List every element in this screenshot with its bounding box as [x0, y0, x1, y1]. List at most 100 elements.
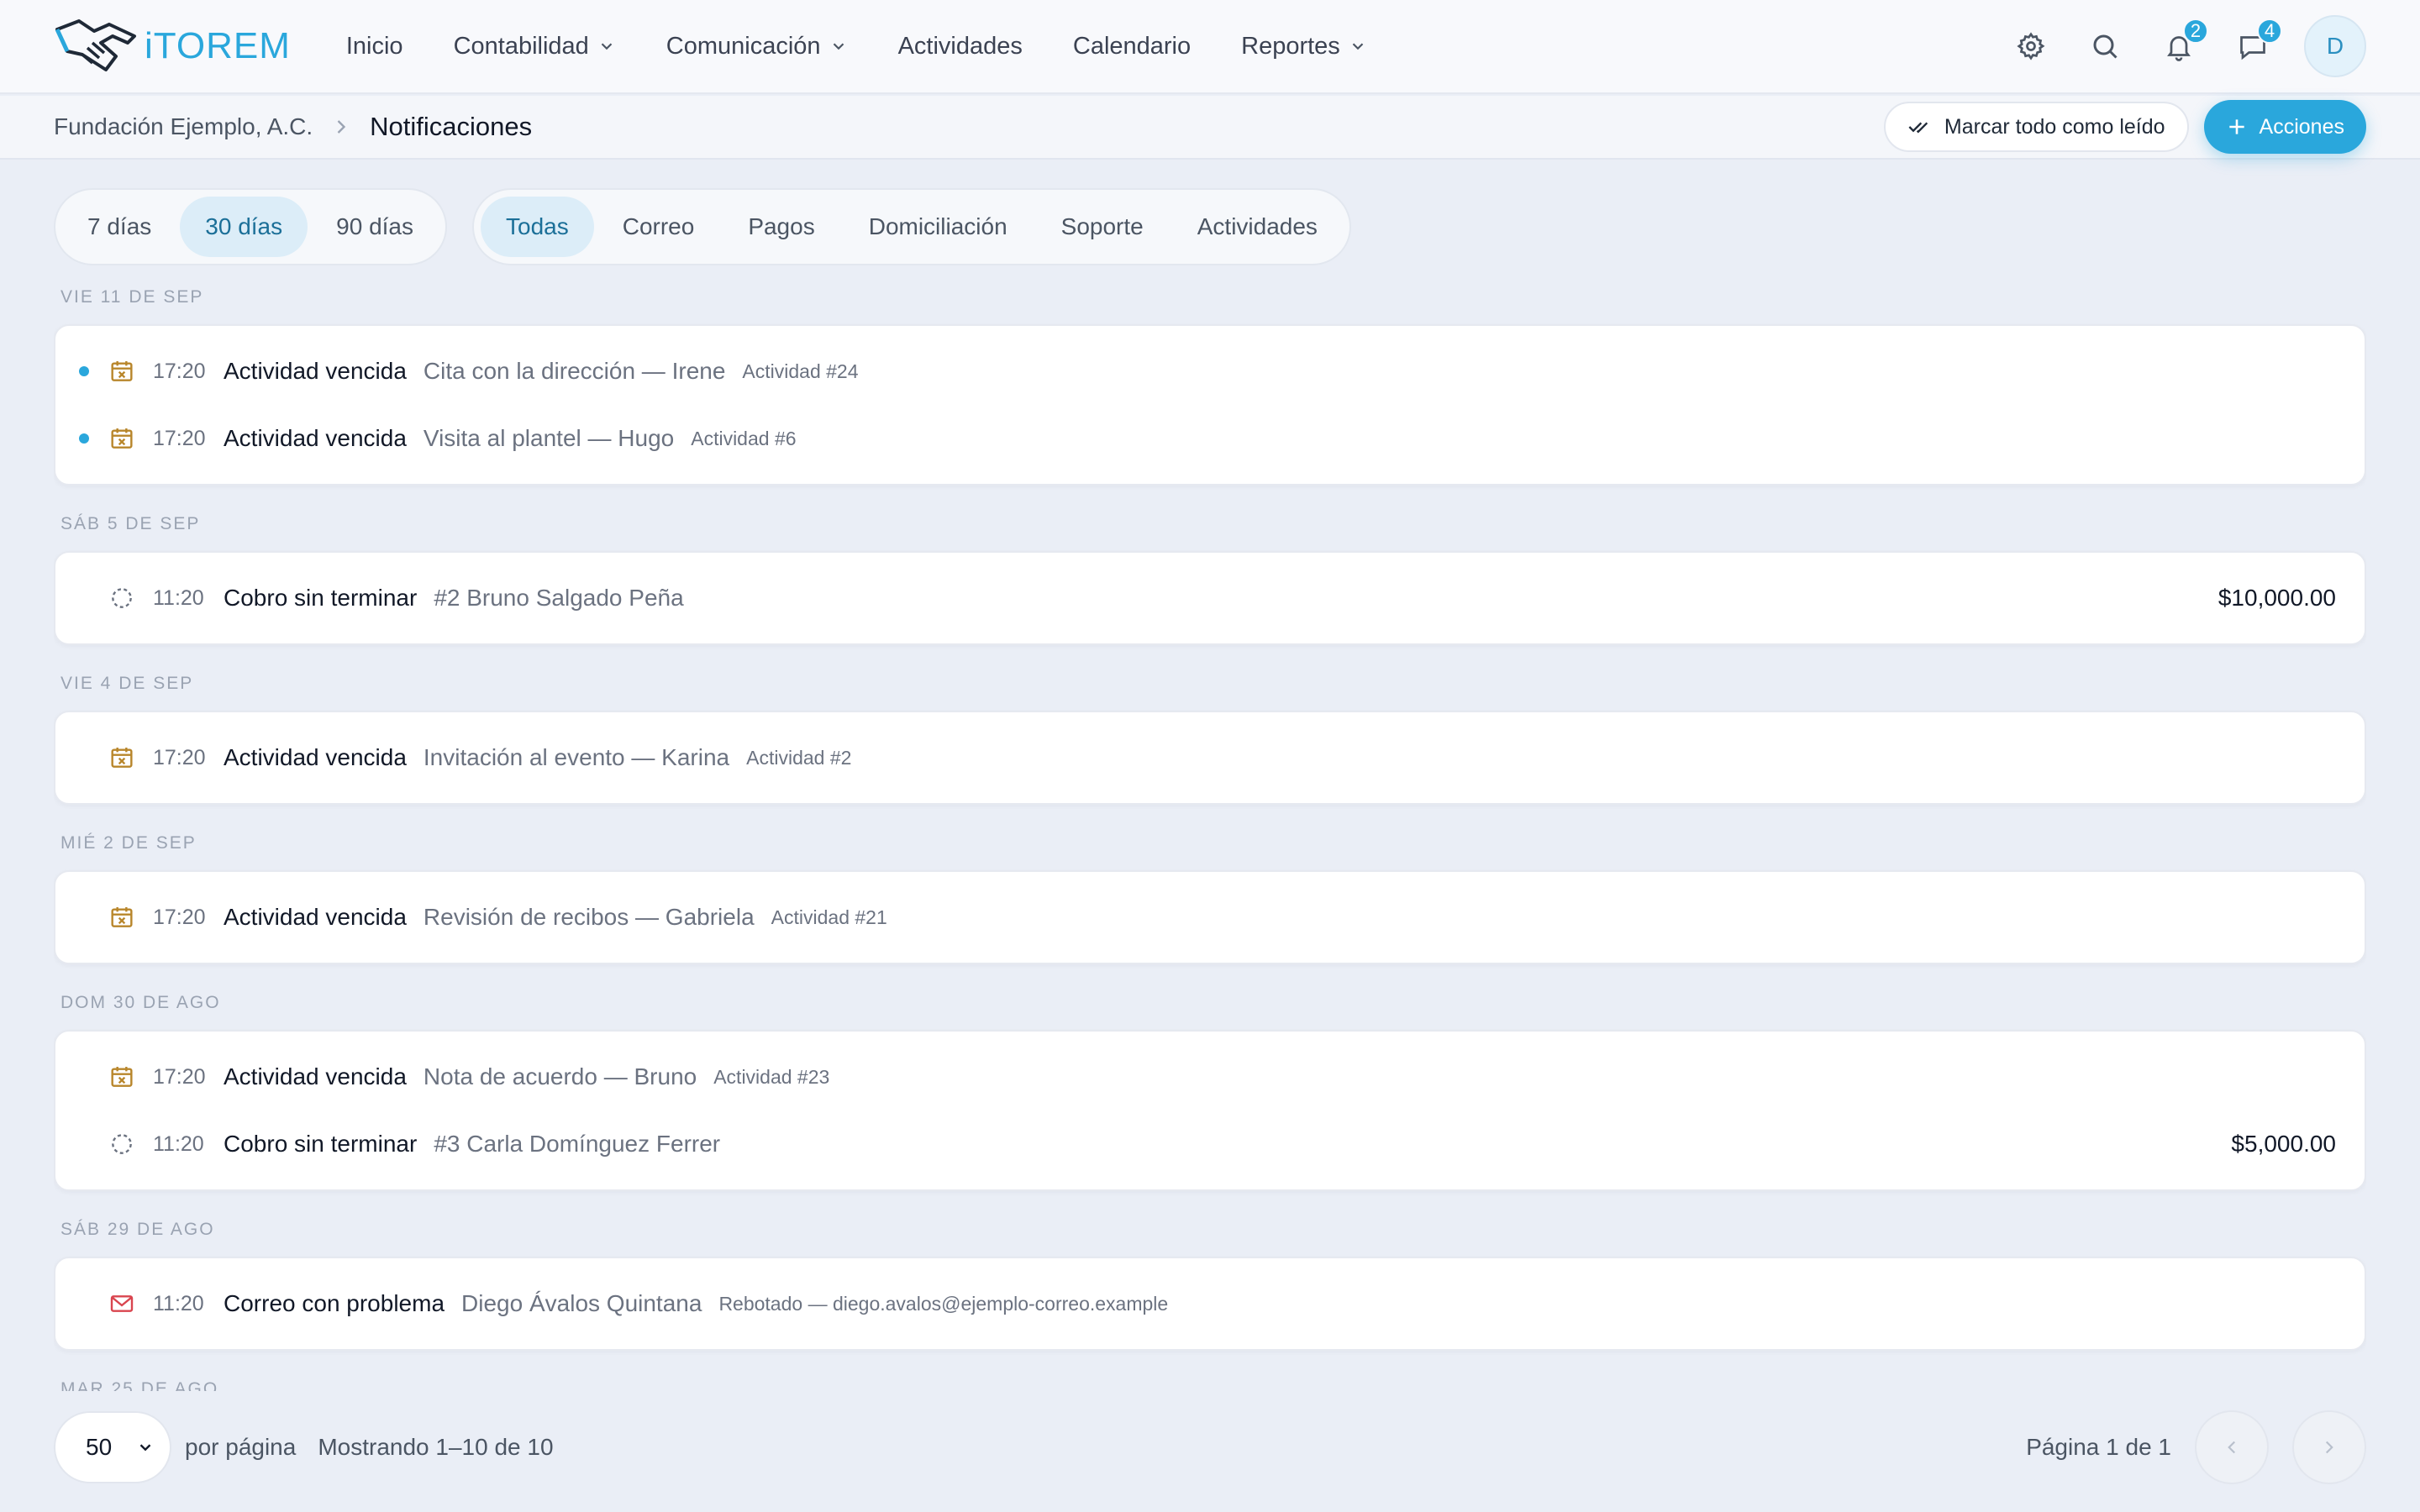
notification-time: 17:20 — [153, 426, 206, 450]
gear-icon — [2017, 32, 2045, 60]
notification-row[interactable]: 17:20 Actividad vencida Cita con la direcc… — [55, 338, 2365, 405]
range-filter-0[interactable]: 7 días — [62, 197, 176, 257]
day-group-card: 11:20 Cobro sin terminar #2 Bruno Salgado … — [54, 551, 2366, 645]
brand-name: iTOREM — [145, 25, 291, 66]
category-filter-4[interactable]: Soporte — [1036, 197, 1169, 257]
user-avatar[interactable]: D — [2304, 15, 2366, 77]
pagination-footer: 50 por página Mostrando 1–10 de 10 Págin… — [54, 1410, 2366, 1484]
filter-bar: 7 días 30 días 90 días Todas Correo Pagos Dom… — [54, 188, 1351, 265]
notification-kind: Correo con problema — [224, 1290, 445, 1316]
actions-button[interactable]: Acciones — [2203, 100, 2366, 154]
range-filter-1[interactable]: 30 días — [180, 197, 308, 257]
notification-row[interactable]: 17:20 Actividad vencida Visita al plantel … — [55, 405, 2365, 472]
brand-logo[interactable]: iTOREM — [54, 18, 291, 75]
notification-meta: Rebotado — diego.avalos@ejemplo-correo.e… — [718, 1292, 1169, 1315]
nav-item-4[interactable]: Calendario — [1051, 23, 1213, 71]
next-page-button[interactable] — [2292, 1410, 2366, 1484]
notification-kind: Cobro sin terminar — [224, 585, 418, 611]
nav-item-3[interactable]: Actividades — [876, 23, 1044, 71]
page-info: Página 1 de 1 — [2026, 1434, 2171, 1460]
calendar-x-icon — [111, 907, 133, 927]
notification-desc: Nota de acuerdo — Bruno — [423, 1063, 697, 1089]
unread-dot — [79, 912, 89, 922]
nav-item-1[interactable]: Contabilidad — [432, 23, 638, 71]
row-icon — [108, 1063, 136, 1091]
mark-all-read-button[interactable]: Marcar todo como leído — [1883, 102, 2189, 152]
notifications-button[interactable]: 2 — [2156, 18, 2208, 69]
nav-item-5[interactable]: Reportes — [1219, 23, 1389, 71]
notification-kind: Actividad vencida — [224, 358, 407, 384]
notification-kind: Actividad vencida — [224, 744, 407, 770]
notification-row[interactable]: 11:20 Cobro sin terminar #3 Carla Domíngue… — [55, 1110, 2365, 1178]
settings-button[interactable] — [2008, 24, 2054, 69]
range-filter-2[interactable]: 90 días — [311, 197, 439, 257]
row-icon — [108, 357, 136, 386]
chevron-right-icon — [2325, 1441, 2333, 1454]
unread-dot — [79, 366, 89, 376]
unread-dot — [79, 433, 89, 444]
notification-count-badge: 2 — [2183, 18, 2208, 44]
day-group-card: 17:20 Actividad vencida Cita con la direcc… — [54, 324, 2366, 486]
notification-row[interactable]: 11:20 Cobro sin terminar #2 Bruno Salgado … — [55, 564, 2365, 632]
unread-dot — [79, 1299, 89, 1309]
chevron-down-icon — [601, 43, 613, 50]
breadcrumb-org[interactable]: Fundación Ejemplo, A.C. — [54, 113, 313, 140]
notification-row[interactable]: 17:20 Actividad vencida Invitación al even… — [55, 724, 2365, 791]
notification-time: 17:20 — [153, 1064, 206, 1089]
notification-meta: Actividad #6 — [691, 427, 797, 449]
day-group-card: 17:20 Actividad vencida Nota de acuerdo — … — [54, 1030, 2366, 1191]
nav-item-0[interactable]: Inicio — [324, 23, 425, 71]
notification-kind: Actividad vencida — [224, 1063, 407, 1089]
day-group-card: 17:20 Actividad vencida Invitación al even… — [54, 711, 2366, 805]
chevron-right-icon — [337, 120, 346, 134]
notification-row[interactable]: 17:20 Actividad vencida Revisión de recibo… — [55, 884, 2365, 951]
nav-item-label: Calendario — [1072, 32, 1192, 60]
showing-count: Mostrando 1–10 de 10 — [318, 1434, 554, 1460]
day-group-label: VIE 11 DE SEP — [60, 287, 204, 307]
day-group-label: SÁB 5 DE SEP — [60, 514, 201, 533]
notification-desc: Diego Ávalos Quintana — [461, 1290, 702, 1316]
category-filter-0[interactable]: Todas — [481, 197, 594, 257]
mark-all-read-label: Marcar todo como leído — [1944, 114, 2165, 139]
calendar-x-icon — [111, 1067, 133, 1087]
category-filter-3[interactable]: Domiciliación — [844, 197, 1033, 257]
notification-kind: Actividad vencida — [224, 425, 407, 451]
category-filter-1[interactable]: Correo — [597, 197, 720, 257]
notification-desc: Invitación al evento — Karina — [423, 744, 730, 770]
nav-item-label: Contabilidad — [453, 32, 589, 60]
category-filter-5[interactable]: Actividades — [1172, 197, 1343, 257]
notification-row[interactable]: 11:20 Correo con problema Diego Ávalos Qui… — [55, 1270, 2365, 1337]
plus-icon — [2228, 119, 2244, 134]
day-group-label: SÁB 29 DE AGO — [60, 1220, 215, 1239]
per-page-value: 50 — [86, 1434, 113, 1460]
notification-desc: #2 Bruno Salgado Peña — [434, 585, 684, 611]
category-filter: Todas Correo Pagos Domiciliación Soporte Acti… — [472, 188, 1351, 265]
chevron-down-icon — [833, 43, 844, 50]
chevron-down-icon — [1352, 43, 1364, 50]
nav-item-label: Reportes — [1241, 32, 1340, 60]
day-group-label: MAR 25 DE AGO — [60, 1379, 219, 1391]
nav-item-2[interactable]: Comunicación — [644, 23, 870, 71]
day-group-label: VIE 4 DE SEP — [60, 674, 194, 693]
per-page-label: por página — [185, 1434, 297, 1460]
search-icon — [2093, 34, 2118, 59]
handshake-logo-icon — [55, 19, 136, 71]
notification-time: 11:20 — [153, 585, 204, 610]
messages-button[interactable]: 4 — [2230, 18, 2282, 69]
notification-row[interactable]: 17:20 Actividad vencida Nota de acuerdo — … — [55, 1043, 2365, 1110]
category-filter-2[interactable]: Pagos — [723, 197, 839, 257]
row-icon — [108, 424, 136, 453]
page-title: Notificaciones — [370, 112, 533, 141]
search-button[interactable] — [2082, 24, 2128, 69]
main-nav: Inicio Contabilidad Comunicación Actividade… — [324, 23, 1389, 71]
notification-desc: Visita al plantel — Hugo — [423, 425, 675, 451]
notification-time: 17:20 — [153, 745, 206, 769]
double-check-icon — [1908, 122, 1928, 134]
notification-time: 11:20 — [153, 1291, 204, 1315]
nav-item-label: Actividades — [897, 32, 1023, 60]
prev-page-button[interactable] — [2195, 1410, 2269, 1484]
calendar-x-icon — [111, 748, 133, 768]
row-icon — [108, 743, 136, 772]
per-page-select[interactable]: 50 — [54, 1411, 171, 1483]
calendar-x-icon — [111, 428, 133, 449]
